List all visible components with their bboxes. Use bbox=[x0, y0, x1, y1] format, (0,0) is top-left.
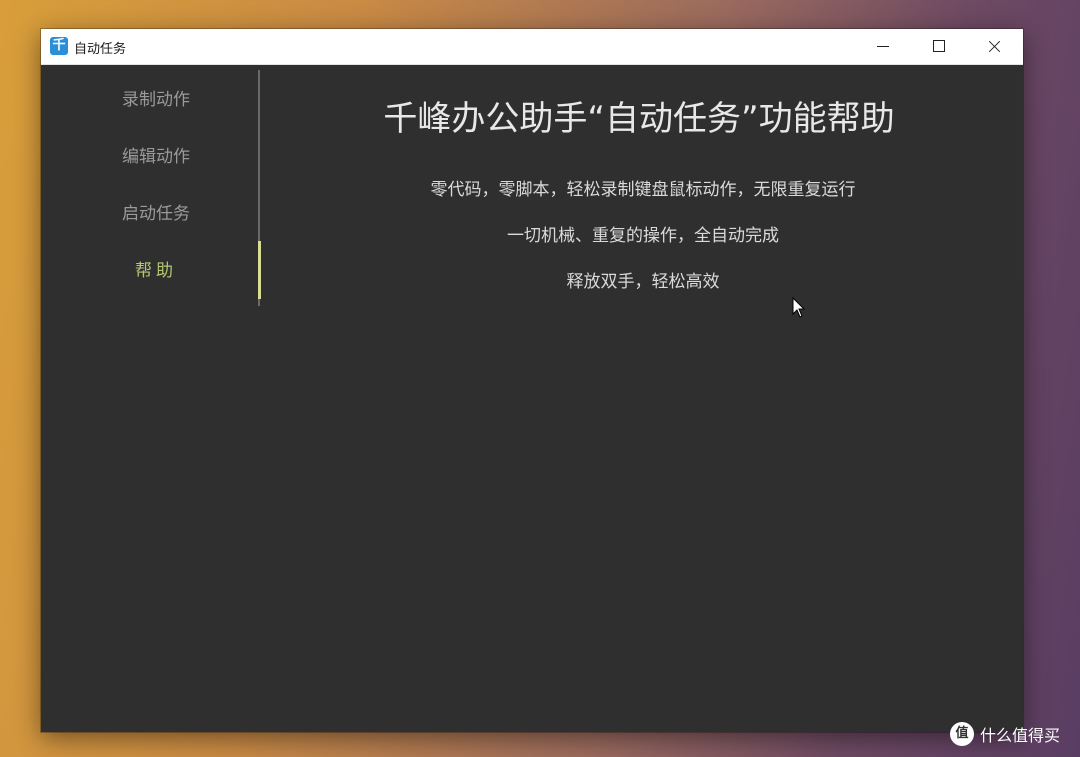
maximize-icon bbox=[933, 40, 945, 52]
close-button[interactable] bbox=[967, 29, 1023, 64]
help-line-1: 零代码，零脚本，轻松录制键盘鼠标动作，无限重复运行 bbox=[430, 180, 856, 200]
help-line-2: 一切机械、重复的操作，全自动完成 bbox=[507, 226, 779, 246]
watermark-text: 什么值得买 bbox=[980, 726, 1061, 745]
nav-item-start-task[interactable]: 启动任务 bbox=[81, 194, 231, 234]
mouse-cursor-icon bbox=[792, 297, 806, 318]
maximize-button[interactable] bbox=[911, 29, 967, 64]
help-title: 千峰办公助手“自动任务”功能帮助 bbox=[383, 99, 895, 139]
watermark: 值 什么值得买 bbox=[950, 721, 1060, 747]
app-window: 千 自动任务 录制动作 编辑动作 启动任务 帮助 千峰办公助手“自动任务”功能帮… bbox=[41, 29, 1023, 732]
nav-item-edit[interactable]: 编辑动作 bbox=[81, 137, 231, 177]
nav-item-help[interactable]: 帮助 bbox=[81, 251, 231, 291]
close-icon bbox=[988, 40, 1001, 53]
app-icon: 千 bbox=[50, 37, 68, 55]
minimize-button[interactable] bbox=[855, 29, 911, 64]
sidebar-nav: 录制动作 编辑动作 启动任务 帮助 bbox=[41, 65, 266, 732]
window-title: 自动任务 bbox=[74, 42, 127, 57]
title-bar[interactable]: 千 自动任务 bbox=[41, 29, 1023, 65]
watermark-logo-icon: 值 bbox=[950, 722, 974, 746]
minimize-icon bbox=[877, 46, 889, 47]
active-tab-indicator bbox=[258, 241, 261, 299]
help-line-3: 释放双手，轻松高效 bbox=[566, 272, 720, 292]
nav-item-record[interactable]: 录制动作 bbox=[81, 80, 231, 120]
